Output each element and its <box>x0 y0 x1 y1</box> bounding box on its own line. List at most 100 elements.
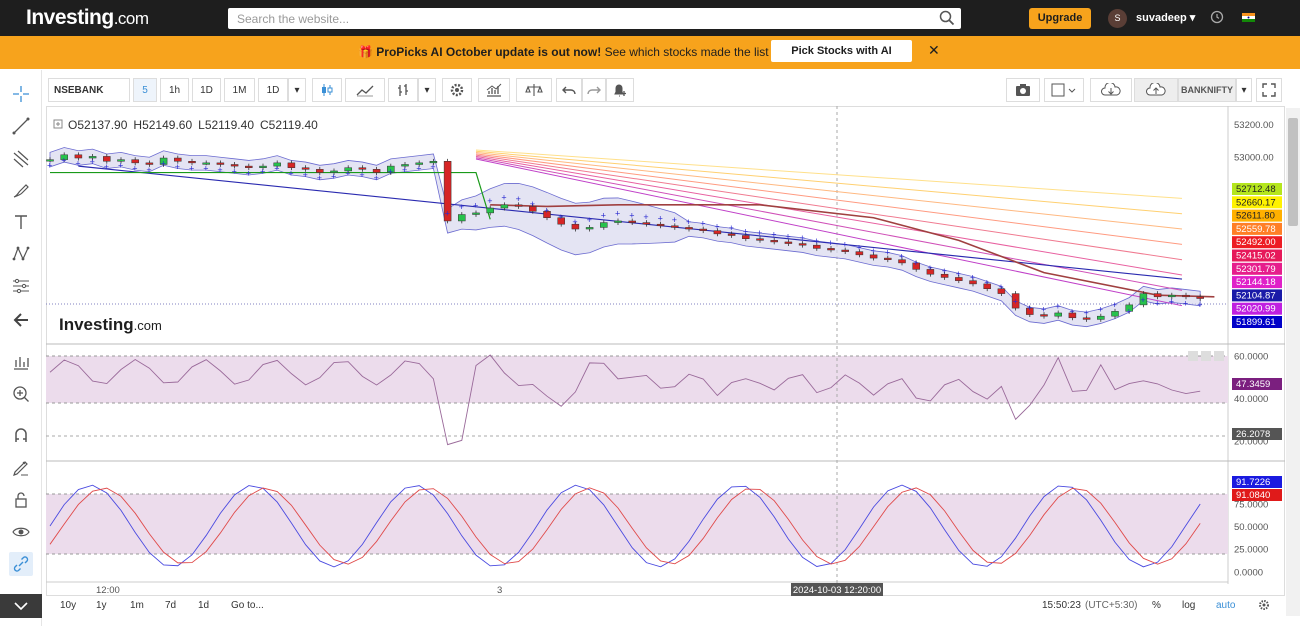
candle-body <box>770 240 778 243</box>
settings-gear-icon[interactable] <box>1258 599 1270 611</box>
range-1d[interactable]: 1d <box>198 600 209 611</box>
candle-body <box>756 238 764 241</box>
goto-button[interactable]: Go to... <box>231 600 264 611</box>
chart-type-dropdown[interactable]: ▾ <box>418 78 436 102</box>
timezone-label[interactable]: (UTC+5:30) <box>1085 600 1138 611</box>
candle-body <box>74 154 83 159</box>
range-7d[interactable]: 7d <box>165 600 176 611</box>
candle-body <box>1054 312 1062 317</box>
alert-icon[interactable] <box>606 78 634 102</box>
sar-point: + <box>842 239 847 249</box>
line-chart-icon[interactable] <box>345 78 385 102</box>
text-icon[interactable] <box>9 210 33 234</box>
avatar[interactable]: S <box>1108 9 1127 28</box>
sar-point: + <box>1069 306 1074 316</box>
undo-icon[interactable] <box>556 78 582 102</box>
interval-custom-button[interactable]: 1D <box>258 78 288 102</box>
interval-dropdown[interactable]: ▾ <box>288 78 306 102</box>
percent-toggle[interactable]: % <box>1152 600 1161 611</box>
candle-body <box>798 243 807 246</box>
price-label: 52559.78 <box>1236 224 1276 235</box>
clock-time: 15:50:23 <box>1042 600 1081 611</box>
cloud-upload-icon[interactable] <box>1134 78 1178 102</box>
range-1y[interactable]: 1y <box>96 600 107 611</box>
sar-point: + <box>899 251 904 261</box>
brush-icon[interactable] <box>9 178 33 202</box>
back-arrow-icon[interactable] <box>9 308 33 332</box>
chart-canvas[interactable]: + + + + + + + + + + + + + + + + + + + + + + + + + + + + + + + + + + + + + + + +… <box>46 106 1285 596</box>
candle-body <box>486 207 494 214</box>
sar-point: + <box>771 230 776 240</box>
banner-message[interactable]: 🎁 ProPicks AI October update is out now!… <box>358 45 769 59</box>
chart-area[interactable]: + + + + + + + + + + + + + + + + + + + + + + + + + + + + + + + + + + + + + + + +… <box>46 106 1285 596</box>
interval-1m-button[interactable]: 1M <box>224 78 255 102</box>
chart-builder-icon[interactable] <box>9 350 33 374</box>
layout-icon[interactable] <box>1044 78 1084 102</box>
sar-point: + <box>288 168 293 178</box>
search-icon[interactable] <box>939 10 955 26</box>
promo-banner: 🎁 ProPicks AI October update is out now!… <box>0 36 1300 69</box>
range-1m[interactable]: 1m <box>130 600 144 611</box>
candles-icon[interactable] <box>312 78 342 102</box>
sar-point: + <box>530 199 535 209</box>
cloud-download-icon[interactable] <box>1090 78 1132 102</box>
fullscreen-icon[interactable] <box>1256 78 1282 102</box>
sar-point: + <box>1197 300 1202 310</box>
camera-icon[interactable] <box>1006 78 1040 102</box>
sar-point: + <box>473 201 478 211</box>
log-toggle[interactable]: log <box>1182 600 1195 611</box>
sar-point: + <box>714 222 719 232</box>
sar-point: + <box>232 167 237 177</box>
compare-icon[interactable] <box>516 78 552 102</box>
symbol-compare-select[interactable]: BANKNIFTY <box>1178 78 1236 102</box>
zoom-icon[interactable] <box>9 382 33 406</box>
clock-icon[interactable] <box>1210 10 1224 24</box>
symbol-dropdown[interactable]: ▾ <box>1236 78 1252 102</box>
bars-icon[interactable] <box>388 78 418 102</box>
interval-1d-button[interactable]: 1D <box>192 78 221 102</box>
range-10y[interactable]: 10y <box>60 600 76 611</box>
time-label-3: 3 <box>497 585 502 596</box>
magnet-icon[interactable] <box>9 424 33 448</box>
pitchfork-icon[interactable] <box>9 146 33 170</box>
username-menu[interactable]: suvadeep ▾ <box>1136 11 1195 24</box>
stoch-tick-label: 50.0000 <box>1234 522 1268 533</box>
candle-body <box>458 214 466 222</box>
site-logo[interactable]: Investing.com <box>26 6 149 30</box>
trendline-icon[interactable] <box>9 114 33 138</box>
pane-controls[interactable] <box>1188 351 1224 361</box>
gear-icon[interactable] <box>442 78 472 102</box>
search-input[interactable]: Search the website... <box>228 8 961 29</box>
sar-point: + <box>927 263 932 273</box>
interval-5-button[interactable]: 5 <box>133 78 157 102</box>
sar-point: + <box>1013 297 1018 307</box>
price-tick-label: 53000.00 <box>1234 152 1274 163</box>
lock-draw-icon[interactable] <box>9 456 33 480</box>
upgrade-button[interactable]: Upgrade <box>1029 8 1091 29</box>
sar-point: + <box>331 172 336 182</box>
sar-point: + <box>388 167 393 177</box>
sar-point: + <box>118 160 123 170</box>
sar-point: + <box>374 173 379 183</box>
unlock-icon[interactable] <box>9 488 33 512</box>
sar-point: + <box>217 165 222 175</box>
link-icon[interactable] <box>9 552 33 576</box>
time-label-1200: 12:00 <box>96 585 120 596</box>
interval-1h-button[interactable]: 1h <box>160 78 189 102</box>
scrollbar-thumb[interactable] <box>1288 118 1298 226</box>
eye-icon[interactable] <box>9 520 33 544</box>
crosshair-icon[interactable] <box>9 82 33 106</box>
india-flag-icon[interactable] <box>1242 13 1255 22</box>
collapse-icon[interactable] <box>0 594 42 618</box>
pick-stocks-button[interactable]: Pick Stocks with AI <box>771 40 912 62</box>
measure-icon[interactable] <box>9 274 33 298</box>
sar-point: + <box>303 170 308 180</box>
pattern-icon[interactable] <box>9 242 33 266</box>
symbol-input[interactable]: NSEBANK <box>48 78 130 102</box>
indicators-icon[interactable] <box>478 78 510 102</box>
redo-icon[interactable] <box>582 78 606 102</box>
sar-point: + <box>317 173 322 183</box>
close-icon[interactable]: ✕ <box>928 42 940 59</box>
sar-point: + <box>757 228 762 238</box>
auto-toggle[interactable]: auto <box>1216 600 1235 611</box>
